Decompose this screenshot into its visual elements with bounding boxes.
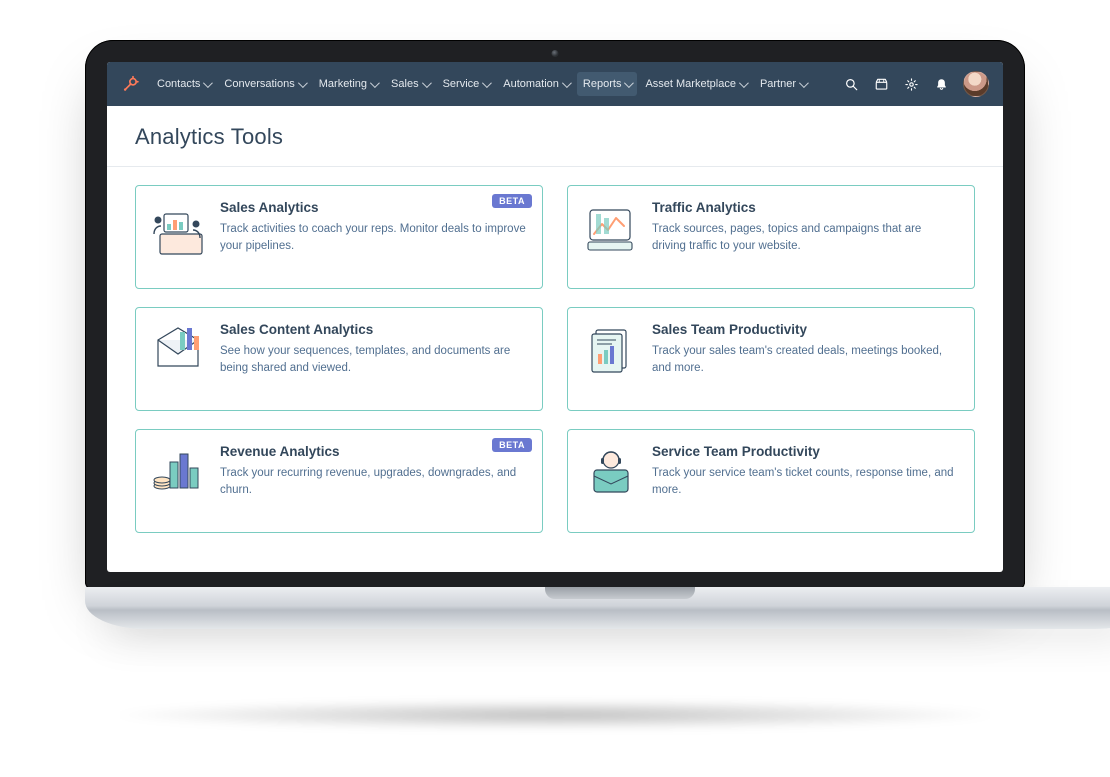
card-title: Traffic Analytics (652, 200, 958, 215)
page-content: BETASales AnalyticsTrack activities to c… (107, 167, 1003, 561)
nav-item-asset-marketplace[interactable]: Asset Marketplace (639, 72, 751, 96)
nav-item-label: Sales (391, 78, 419, 90)
top-navbar: Contacts Conversations Marketing Sales Servi… (107, 62, 1003, 106)
card-revenue-analytics[interactable]: BETARevenue Analytics Track your recurrin… (135, 429, 543, 533)
laptop-frame: Contacts Conversations Marketing Sales Servi… (85, 40, 1025, 632)
laptop-base (85, 587, 1110, 629)
nav-item-label: Conversations (224, 78, 294, 90)
card-description: See how your sequences, templates, and d… (220, 343, 526, 376)
chevron-down-icon (370, 78, 380, 88)
nav-menu: Contacts Conversations Marketing Sales Servi… (151, 72, 812, 96)
card-title: Sales Team Productivity (652, 322, 958, 337)
nav-item-reports[interactable]: Reports (577, 72, 638, 96)
chevron-down-icon (624, 78, 634, 88)
page-title: Analytics Tools (107, 106, 1003, 167)
line-chart-icon (582, 200, 638, 256)
chevron-down-icon (203, 78, 213, 88)
nav-item-marketing[interactable]: Marketing (313, 72, 383, 96)
screen-bezel: Contacts Conversations Marketing Sales Servi… (85, 40, 1025, 590)
nav-item-label: Asset Marketplace (645, 78, 735, 90)
card-title: Service Team Productivity (652, 444, 958, 459)
card-traffic-analytics[interactable]: Traffic Analytics Track sources, pages, t… (567, 185, 975, 289)
card-sales-team-productivity[interactable]: Sales Team Productivity Track your sales … (567, 307, 975, 411)
chevron-down-icon (739, 78, 749, 88)
laptop-hinge-notch (545, 587, 695, 599)
card-body: Service Team Productivity Track your serv… (652, 444, 958, 516)
webcam-dot (552, 50, 559, 57)
screen: Contacts Conversations Marketing Sales Servi… (107, 62, 1003, 572)
nav-item-label: Partner (760, 78, 796, 90)
notifications-bell-icon[interactable] (933, 76, 949, 92)
nav-item-label: Automation (503, 78, 559, 90)
nav-item-service[interactable]: Service (437, 72, 496, 96)
nav-item-conversations[interactable]: Conversations (218, 72, 310, 96)
settings-gear-icon[interactable] (903, 76, 919, 92)
envelope-chart-icon (150, 322, 206, 378)
analytics-cards-grid: BETASales AnalyticsTrack activities to c… (135, 185, 975, 533)
chevron-down-icon (482, 78, 492, 88)
card-title: Sales Content Analytics (220, 322, 526, 337)
laptop-shadow (105, 700, 1005, 730)
marketplace-icon[interactable] (873, 76, 889, 92)
chevron-down-icon (799, 78, 809, 88)
nav-item-label: Reports (583, 78, 622, 90)
nav-item-label: Contacts (157, 78, 200, 90)
nav-item-label: Marketing (319, 78, 367, 90)
card-description: Track your sales team's created deals, m… (652, 343, 958, 376)
nav-item-partner[interactable]: Partner (754, 72, 812, 96)
card-title: Sales Analytics (220, 200, 526, 215)
hubspot-logo-icon[interactable] (121, 75, 139, 93)
chevron-down-icon (422, 78, 432, 88)
card-title: Revenue Analytics (220, 444, 526, 459)
nav-item-contacts[interactable]: Contacts (151, 72, 216, 96)
nav-item-automation[interactable]: Automation (497, 72, 575, 96)
chevron-down-icon (298, 78, 308, 88)
search-icon[interactable] (843, 76, 859, 92)
nav-item-label: Service (443, 78, 480, 90)
card-body: Sales Team Productivity Track your sales … (652, 322, 958, 394)
presentation-chart-icon (150, 200, 206, 256)
card-description: Track your service team's ticket counts,… (652, 465, 958, 498)
chevron-down-icon (562, 78, 572, 88)
headset-box-icon (582, 444, 638, 500)
card-body: Revenue Analytics Track your recurring re… (220, 444, 526, 516)
coins-bars-icon (150, 444, 206, 500)
card-description: Track your recurring revenue, upgrades, … (220, 465, 526, 498)
card-body: Sales Content Analytics See how your sequ… (220, 322, 526, 394)
nav-item-sales[interactable]: Sales (385, 72, 435, 96)
beta-badge: BETA (492, 194, 532, 208)
card-description: Track activities to coach your reps. Mon… (220, 221, 526, 254)
report-stack-icon (582, 322, 638, 378)
card-body: Sales Analytics Track activities to coach… (220, 200, 526, 272)
user-avatar[interactable] (963, 71, 989, 97)
card-sales-content-analytics[interactable]: Sales Content Analytics See how your sequ… (135, 307, 543, 411)
card-description: Track sources, pages, topics and campaig… (652, 221, 958, 254)
card-body: Traffic Analytics Track sources, pages, t… (652, 200, 958, 272)
nav-utilities (843, 71, 989, 97)
card-sales-analytics[interactable]: BETASales Analytics Track activities to c… (135, 185, 543, 289)
beta-badge: BETA (492, 438, 532, 452)
card-service-team-productivity[interactable]: Service Team Productivity Track your serv… (567, 429, 975, 533)
